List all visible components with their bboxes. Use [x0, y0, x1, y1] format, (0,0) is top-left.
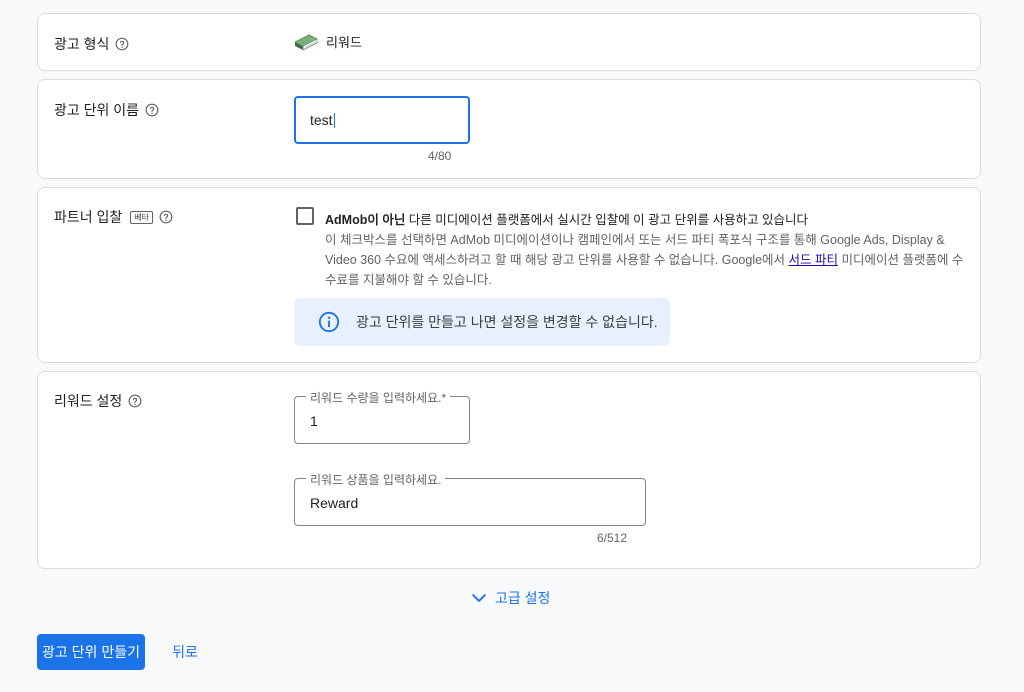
reward-item-counter: 6/512: [597, 531, 628, 545]
reward-amount-label: 리워드 수량을 입력하세요.*: [306, 389, 451, 406]
ad-unit-name-label: 광고 단위 이름: [54, 102, 140, 118]
help-icon[interactable]: [159, 210, 173, 224]
ad-unit-name-counter: 4/80: [428, 149, 452, 163]
ad-unit-name-value: test: [310, 112, 333, 128]
help-icon[interactable]: [145, 103, 159, 117]
ad-format-value-text: 리워드: [326, 34, 362, 50]
reward-amount-value: 1: [310, 413, 318, 429]
ad-unit-name-card: 광고 단위 이름 test 4/80: [37, 79, 981, 179]
back-button[interactable]: 뒤로: [158, 634, 212, 670]
reward-settings-label-group: 리워드 설정: [54, 391, 142, 411]
checkbox-label-rest: 다른 미디에이션 플랫폼에서 실시간 입찰에 이 광고 단위를 사용하고 있습니…: [405, 213, 809, 227]
partner-bidding-label-group: 파트너 입찰 베타: [54, 207, 173, 227]
reward-settings-label: 리워드 설정: [54, 393, 123, 409]
text-caret: [333, 112, 335, 128]
advanced-settings-toggle[interactable]: 고급 설정: [469, 588, 550, 608]
partner-bidding-label: 파트너 입찰: [54, 209, 123, 225]
reward-book-icon: [294, 34, 318, 51]
reward-item-field[interactable]: 리워드 상품을 입력하세요. Reward: [294, 471, 646, 526]
ad-unit-name-input[interactable]: test: [294, 96, 470, 144]
ad-format-card: 광고 형식 리워드: [37, 13, 981, 71]
info-icon: [318, 311, 340, 333]
third-party-link[interactable]: 서드 파티: [789, 253, 838, 267]
reward-item-value: Reward: [310, 495, 359, 511]
ad-format-label: 광고 형식: [54, 36, 110, 52]
help-icon[interactable]: [128, 394, 142, 408]
reward-settings-card: 리워드 설정 리워드 수량을 입력하세요.* 1 리워드 상품을 입력하세요. …: [37, 371, 981, 569]
ad-unit-name-label-group: 광고 단위 이름: [54, 100, 159, 120]
advanced-settings-label: 고급 설정: [495, 590, 551, 606]
partner-bidding-description: 이 체크박스를 선택하면 AdMob 미디에이션이나 캠페인에서 또는 서드 파…: [325, 230, 965, 290]
checkbox-label-bold: AdMob이 아닌: [325, 213, 406, 227]
partner-bidding-checkbox-label[interactable]: AdMob이 아닌 다른 미디에이션 플랫폼에서 실시간 입찰에 이 광고 단위…: [325, 209, 808, 228]
help-icon[interactable]: [115, 37, 129, 51]
create-ad-unit-button[interactable]: 광고 단위 만들기: [37, 634, 145, 670]
beta-badge: 베타: [130, 210, 154, 224]
info-notice-text: 광고 단위를 만들고 나면 설정을 변경할 수 없습니다.: [356, 314, 658, 330]
info-notice: 광고 단위를 만들고 나면 설정을 변경할 수 없습니다.: [294, 298, 670, 346]
partner-bidding-checkbox[interactable]: [296, 207, 314, 225]
ad-format-label-group: 광고 형식: [54, 34, 129, 54]
reward-amount-field[interactable]: 리워드 수량을 입력하세요.* 1: [294, 389, 470, 444]
reward-item-label: 리워드 상품을 입력하세요.: [306, 471, 446, 488]
chevron-down-icon: [472, 594, 486, 602]
ad-format-value: 리워드: [294, 31, 362, 51]
partner-bidding-card: 파트너 입찰 베타 AdMob이 아닌 다른 미디에이션 플랫폼에서 실시간 입…: [37, 187, 981, 363]
